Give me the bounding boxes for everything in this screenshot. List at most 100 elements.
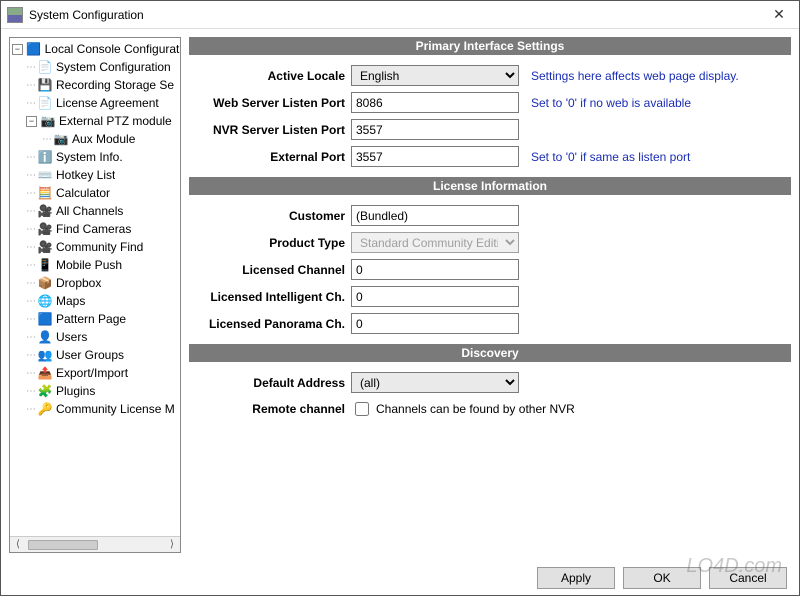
tree-item-label: Find Cameras <box>56 222 131 236</box>
tree-item[interactable]: ⋯👥User Groups <box>10 346 180 364</box>
licensed-intel-label: Licensed Intelligent Ch. <box>193 290 345 304</box>
tree-item[interactable]: ⋯📷Aux Module <box>10 130 180 148</box>
tree-item[interactable]: ⋯📦Dropbox <box>10 274 180 292</box>
tree-item[interactable]: ⋯💾Recording Storage Se <box>10 76 180 94</box>
tree-item-icon: 📦 <box>37 275 53 291</box>
tree-item[interactable]: ⋯👤Users <box>10 328 180 346</box>
license-section-header: License Information <box>189 177 791 195</box>
tree-item[interactable]: ⋯🔑Community License M <box>10 400 180 418</box>
licensed-intel-input[interactable] <box>351 286 519 307</box>
tree-item-icon: 💾 <box>37 77 53 93</box>
tree-item[interactable]: ⋯📄System Configuration <box>10 58 180 76</box>
license-section: Customer Product Type Standard Community… <box>189 199 791 340</box>
scroll-right-icon[interactable]: ⟩ <box>164 539 180 550</box>
tree-item[interactable]: ⋯🧮Calculator <box>10 184 180 202</box>
collapse-icon[interactable]: − <box>12 44 23 55</box>
remote-channel-label: Remote channel <box>193 402 345 416</box>
row-licensed-pano: Licensed Panorama Ch. <box>193 313 787 334</box>
tree-item-icon: 👥 <box>37 347 53 363</box>
primary-section-header: Primary Interface Settings <box>189 37 791 55</box>
row-customer: Customer <box>193 205 787 226</box>
tree-item-icon: 🎥 <box>37 203 53 219</box>
primary-section: Active Locale English Settings here affe… <box>189 59 791 173</box>
customer-label: Customer <box>193 209 345 223</box>
tree-item[interactable]: ⋯🌐Maps <box>10 292 180 310</box>
active-locale-select[interactable]: English <box>351 65 519 86</box>
config-tree: − 🟦 Local Console Configurati ⋯📄System C… <box>9 37 181 553</box>
tree-item-label: Maps <box>56 294 85 308</box>
tree-connector-icon: ⋯ <box>26 278 35 289</box>
tree-item-icon: 🎥 <box>37 239 53 255</box>
tree-item-icon: 🟦 <box>37 311 53 327</box>
ext-port-input[interactable] <box>351 146 519 167</box>
tree-horizontal-scrollbar[interactable]: ⟨ ⟩ <box>10 536 180 552</box>
tree-connector-icon: ⋯ <box>26 296 35 307</box>
tree-item[interactable]: ⋯📄License Agreement <box>10 94 180 112</box>
licensed-pano-label: Licensed Panorama Ch. <box>193 317 345 331</box>
tree-connector-icon: ⋯ <box>26 386 35 397</box>
tree-item-label: User Groups <box>56 348 124 362</box>
cancel-button[interactable]: Cancel <box>709 567 787 589</box>
tree-connector-icon: ⋯ <box>26 80 35 91</box>
discovery-section-header: Discovery <box>189 344 791 362</box>
tree-connector-icon: ⋯ <box>26 152 35 163</box>
tree-item-label: Community Find <box>56 240 143 254</box>
tree-item-icon: 📄 <box>37 95 53 111</box>
default-address-label: Default Address <box>193 376 345 390</box>
tree-connector-icon: ⋯ <box>26 242 35 253</box>
body: − 🟦 Local Console Configurati ⋯📄System C… <box>1 29 799 561</box>
tree-connector-icon: ⋯ <box>26 314 35 325</box>
customer-input[interactable] <box>351 205 519 226</box>
tree-item-label: External PTZ module <box>59 114 172 128</box>
tree-connector-icon: ⋯ <box>26 188 35 199</box>
tree-root[interactable]: − 🟦 Local Console Configurati <box>10 40 180 58</box>
tree-items: − 🟦 Local Console Configurati ⋯📄System C… <box>10 38 180 536</box>
web-port-input[interactable] <box>351 92 519 113</box>
close-button[interactable]: ✕ <box>765 6 793 23</box>
remote-channel-checkbox[interactable]: Channels can be found by other NVR <box>351 399 575 419</box>
tree-item-label: License Agreement <box>56 96 159 110</box>
config-root-icon: 🟦 <box>26 41 42 57</box>
tree-item-label: System Info. <box>56 150 123 164</box>
licensed-pano-input[interactable] <box>351 313 519 334</box>
tree-item[interactable]: ⋯🟦Pattern Page <box>10 310 180 328</box>
tree-item-label: All Channels <box>56 204 123 218</box>
tree-connector-icon: ⋯ <box>26 350 35 361</box>
system-config-window: System Configuration ✕ − 🟦 Local Console… <box>0 0 800 596</box>
tree-item-icon: 📱 <box>37 257 53 273</box>
tree-item-label: Plugins <box>56 384 95 398</box>
product-type-select: Standard Community Edition <box>351 232 519 253</box>
tree-item[interactable]: ⋯⌨️Hotkey List <box>10 166 180 184</box>
scroll-thumb[interactable] <box>28 540 98 550</box>
tree-item[interactable]: ⋯🧩Plugins <box>10 382 180 400</box>
tree-item-icon: 👤 <box>37 329 53 345</box>
tree-item[interactable]: −📷External PTZ module <box>10 112 180 130</box>
default-address-select[interactable]: (all) <box>351 372 519 393</box>
tree-item[interactable]: ⋯🎥All Channels <box>10 202 180 220</box>
remote-channel-checkbox-input[interactable] <box>355 402 369 416</box>
tree-connector-icon: ⋯ <box>26 404 35 415</box>
tree-item-label: Calculator <box>56 186 110 200</box>
tree-item-icon: 🔑 <box>37 401 53 417</box>
tree-item-label: Hotkey List <box>56 168 115 182</box>
web-port-hint: Set to '0' if no web is available <box>531 96 691 110</box>
tree-item[interactable]: ⋯🎥Find Cameras <box>10 220 180 238</box>
tree-item-label: Dropbox <box>56 276 101 290</box>
tree-item[interactable]: ⋯🎥Community Find <box>10 238 180 256</box>
row-licensed-intel: Licensed Intelligent Ch. <box>193 286 787 307</box>
tree-item-label: Users <box>56 330 87 344</box>
tree-connector-icon: ⋯ <box>26 206 35 217</box>
tree-item[interactable]: ⋯📱Mobile Push <box>10 256 180 274</box>
ok-button[interactable]: OK <box>623 567 701 589</box>
tree-item[interactable]: ⋯ℹ️System Info. <box>10 148 180 166</box>
collapse-icon[interactable]: − <box>26 116 37 127</box>
licensed-channel-input[interactable] <box>351 259 519 280</box>
scroll-left-icon[interactable]: ⟨ <box>10 539 26 550</box>
apply-button[interactable]: Apply <box>537 567 615 589</box>
product-type-label: Product Type <box>193 236 345 250</box>
tree-item[interactable]: ⋯📤Export/Import <box>10 364 180 382</box>
tree-connector-icon: ⋯ <box>42 134 51 145</box>
tree-item-icon: 🎥 <box>37 221 53 237</box>
nvr-port-input[interactable] <box>351 119 519 140</box>
ext-port-hint: Set to '0' if same as listen port <box>531 150 690 164</box>
